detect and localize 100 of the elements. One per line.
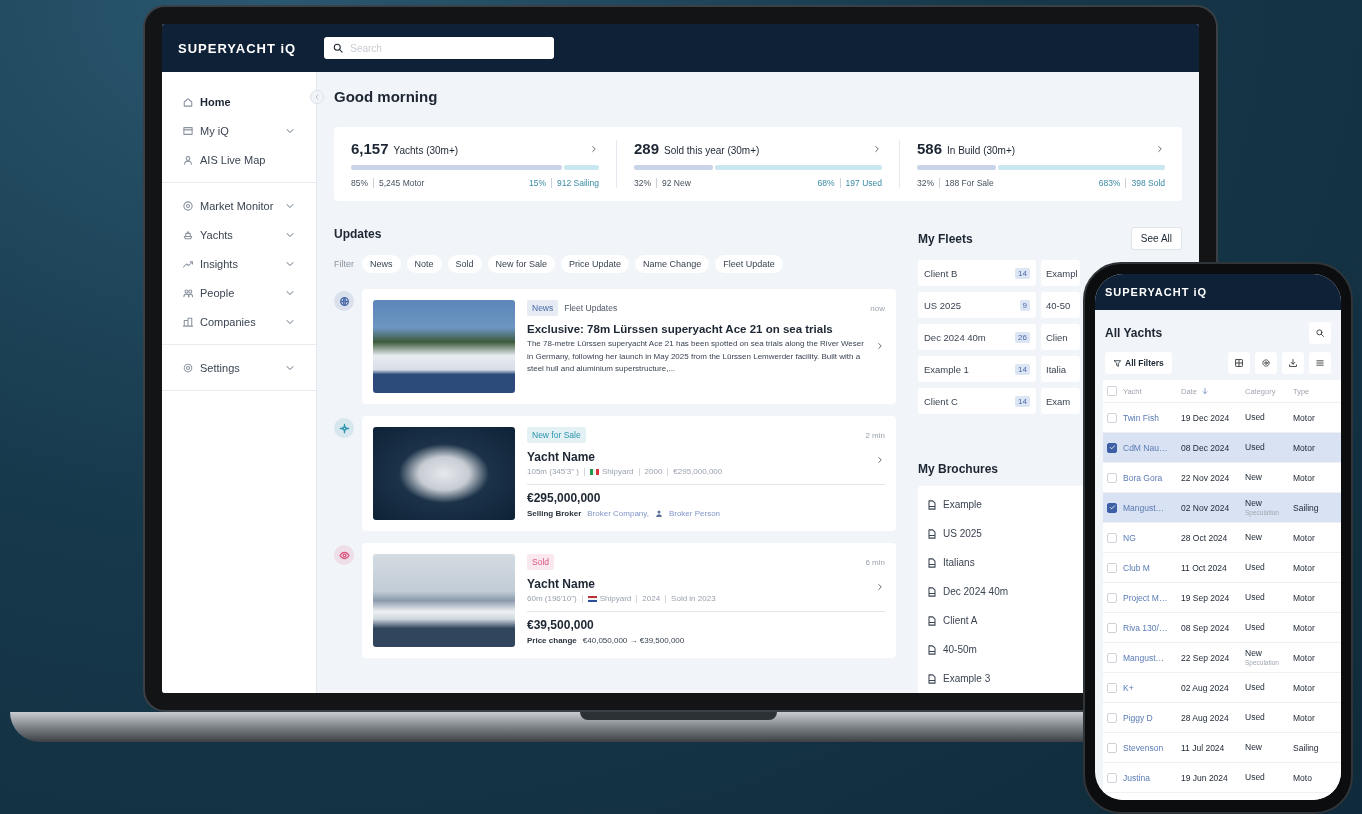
sidebar-item[interactable]: Insights [170,249,308,278]
sidebar-item[interactable]: Market Monitor [170,191,308,220]
fleet-item[interactable]: Example 1 14 [918,356,1036,382]
yacht-detail: Sold in 2023 [671,594,716,603]
gauge-icon [182,199,194,212]
yacht-name-link[interactable]: Justina [1123,772,1181,783]
detail-label: Selling Broker [527,509,582,518]
row-checkbox[interactable] [1107,502,1117,513]
sidebar-item[interactable]: Home [170,87,308,116]
settings-button[interactable] [1255,352,1277,374]
yacht-detail: 105m (345'3" ) [527,467,579,476]
brochure-item[interactable]: 40-50m [943,644,977,655]
yacht-name-link[interactable]: Riva 130/… [1123,622,1181,633]
yacht-name: Yacht Name [527,450,597,464]
brochure-item[interactable]: Client A [943,615,978,626]
yacht-name-link[interactable]: Bora Gora [1123,472,1181,483]
table-cell-text: Motor [1293,562,1316,573]
filter-chip[interactable]: Price Update [561,255,630,273]
table-cell-text: Motor [1293,682,1316,693]
filter-chip[interactable]: New for Sale [487,255,556,273]
table-cell-text: Motor [1293,412,1316,423]
brochure-item[interactable]: Italians [943,557,975,568]
table-cell-text: 28 Oct 2024 [1181,532,1229,543]
brochure-item[interactable]: US 2025 [943,528,982,539]
fleet-item[interactable]: US 2025 9 [918,292,1036,318]
fleet-item[interactable]: Client C 14 [918,388,1036,414]
document-icon [926,672,938,685]
select-all-checkbox[interactable] [1107,386,1117,396]
flag-icon [589,468,599,475]
brochure-item[interactable]: Dec 2024 40m [943,586,1009,597]
yacht-name-link[interactable]: Project M… [1123,592,1181,603]
row-checkbox[interactable] [1107,442,1117,453]
search-icon [1315,328,1325,338]
sidebar-item[interactable]: My iQ [170,116,308,145]
fleet-item[interactable]: Clien [1041,324,1080,350]
update-card[interactable]: Sold 6 min Yacht Name 60m (196'10") Shipyard 2024 Sold in 2023 €39,500,000 Price change €40,050,000 → €39,500,000 [362,543,896,658]
collapse-button[interactable] [310,90,324,104]
fleet-item[interactable]: Client B 14 [918,260,1036,286]
sidebar-item[interactable]: People [170,278,308,307]
logo: SUPERYACHT iQ [178,40,297,56]
fleet-name: Client C [924,395,958,407]
yacht-name-link[interactable]: Mangust… [1123,502,1181,513]
count-badge: 14 [1015,395,1030,407]
section-heading: Updates [334,227,383,241]
stat-count: 92 New [662,178,691,188]
fleet-item[interactable]: Exam [1041,388,1080,414]
table-cell-text: Motor [1293,652,1316,663]
download-button[interactable] [1282,352,1304,374]
search-icon [332,42,345,54]
menu-button[interactable] [1309,352,1331,374]
yacht-name-link[interactable]: Piggy D [1123,712,1181,723]
fleet-item[interactable]: Dec 2024 40m 26 [918,324,1036,350]
table-cell-text: 22 Sep 2024 [1181,652,1231,663]
sidebar-item[interactable]: Settings [170,353,308,382]
yacht-detail: €295,000,000 [673,467,723,476]
filter-chip[interactable]: News [362,255,401,273]
brochure-item[interactable]: Example 3 [943,673,991,684]
yacht-name-link[interactable]: Twin Fish [1123,412,1181,423]
timestamp: 2 min [865,430,885,440]
yacht-name-link[interactable]: Stevenson [1123,742,1181,753]
yacht-name-link[interactable]: NG [1123,532,1181,543]
table-view-button[interactable] [1228,352,1250,374]
sidebar-item[interactable]: Companies [170,307,308,336]
chevron-right-icon [875,581,885,592]
filter-chip[interactable]: Name Change [635,255,710,273]
table-cell-text: Used [1245,773,1266,782]
document-icon [926,643,938,656]
table-cell-text: Motor [1293,532,1316,543]
fleet-item[interactable]: Italia [1041,356,1080,382]
brochure-item[interactable]: Example [943,499,982,510]
filters-button[interactable]: All Filters [1105,352,1172,374]
download-icon [1288,358,1298,368]
filter-chip[interactable]: Sold [447,255,482,273]
filter-chip[interactable]: Note [406,255,442,273]
table-cell-text: Used [1245,413,1266,422]
sidebar-item[interactable]: AIS Live Map [170,145,308,174]
filter-chip[interactable]: Fleet Update [715,255,783,273]
stat-count: 188 For Sale [945,178,994,188]
category-tag: New for Sale [527,427,586,443]
detail-label: Price change [527,636,577,645]
home-icon [182,95,194,108]
yacht-name-link[interactable]: K+ [1123,682,1181,693]
sidebar-item[interactable]: Yachts [170,220,308,249]
table-cell-text: Used [1245,623,1266,632]
yacht-name-link[interactable]: Mangust… [1123,652,1181,663]
fleet-item[interactable]: 40-50 [1041,292,1080,318]
fleet-name: Example 1 [924,363,969,375]
stat-label: In Build (30m+) [947,145,1017,156]
fleet-name: Italia [1046,363,1067,375]
update-card[interactable] [362,289,896,404]
table-cell-text: Motor [1293,622,1316,633]
people-icon [182,286,194,299]
chevron-right-icon [589,143,599,154]
flag-icon [587,595,597,602]
see-all-button[interactable]: See All [1130,227,1182,250]
yacht-name-link[interactable]: Club M [1123,562,1181,573]
fleet-item[interactable]: Exampl [1041,260,1080,286]
stat-value: 6,157 [351,140,389,157]
chevron-left-icon [313,93,321,101]
search-button[interactable] [1309,322,1331,344]
